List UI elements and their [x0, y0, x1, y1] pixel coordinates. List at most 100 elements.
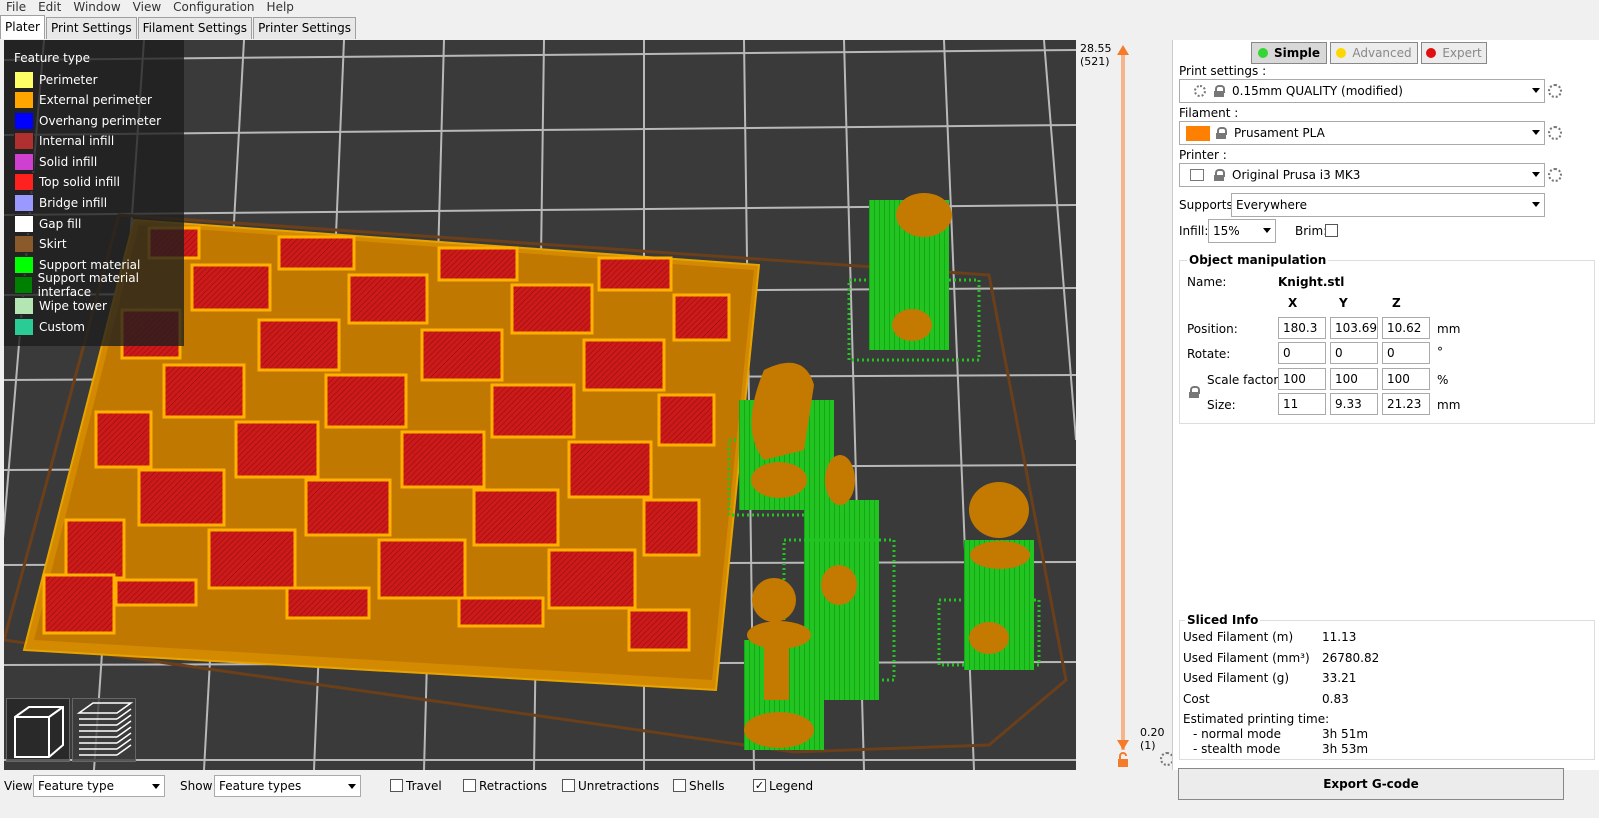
print-settings-select[interactable]: 0.15mm QUALITY (modified)	[1179, 79, 1545, 103]
tab-filament-settings[interactable]: Filament Settings	[137, 17, 253, 39]
gear-icon[interactable]	[1548, 84, 1562, 98]
sliced-row-value: 0.83	[1322, 692, 1349, 706]
menu-view[interactable]: View	[127, 0, 167, 14]
mode-expert-label: Expert	[1442, 46, 1482, 60]
filament-value: Prusament PLA	[1234, 126, 1325, 140]
legend-swatch	[14, 234, 34, 253]
legend-swatch	[14, 70, 34, 89]
tab-print-settings[interactable]: Print Settings	[45, 17, 137, 39]
menu-bar: File Edit Window View Configuration Help	[0, 0, 1599, 14]
filament-select[interactable]: Prusament PLA	[1179, 121, 1545, 145]
normal-mode-label: - normal mode	[1193, 727, 1282, 741]
gear-icon[interactable]	[1548, 168, 1562, 182]
menu-edit[interactable]: Edit	[32, 0, 67, 14]
cube-icon	[14, 706, 64, 758]
legend-checkbox[interactable]: ✓	[753, 779, 766, 792]
lock-icon[interactable]	[1116, 752, 1130, 768]
supports-select[interactable]: Everywhere	[1231, 193, 1545, 217]
position-z-input[interactable]: 10.62	[1382, 317, 1430, 339]
tab-plater[interactable]: Plater	[0, 15, 45, 39]
legend-label: Skirt	[39, 236, 67, 251]
travel-label: Travel	[406, 779, 442, 793]
sliced-row-value: 26780.82	[1322, 651, 1380, 665]
3d-view-button[interactable]	[6, 698, 70, 762]
scale-x-input[interactable]: 100	[1278, 368, 1326, 390]
travel-checkbox[interactable]	[390, 779, 403, 792]
mode-advanced-label: Advanced	[1352, 46, 1412, 60]
chevron-down-icon	[348, 784, 356, 789]
size-y-input[interactable]: 9.33	[1330, 393, 1378, 415]
supports-label: Supports:	[1179, 198, 1237, 212]
scale-z-input[interactable]: 100	[1382, 368, 1430, 390]
shells-checkbox[interactable]	[673, 779, 686, 792]
legend-swatch	[14, 193, 34, 212]
legend-swatch	[14, 317, 34, 336]
bottom-toolbar: View Feature type Show Feature types Tra…	[0, 772, 1172, 818]
brim-checkbox[interactable]	[1325, 224, 1338, 237]
scale-lock-icon[interactable]	[1189, 386, 1200, 398]
yellow-dot-icon	[1336, 48, 1347, 58]
layer-top-height: 28.55	[1080, 42, 1112, 55]
print-time-label: Estimated printing time:	[1183, 712, 1330, 726]
slider-top-thumb-icon[interactable]	[1116, 44, 1130, 58]
rotate-unit: °	[1437, 345, 1443, 359]
layer-bottom-label: 0.20 (1)	[1140, 726, 1165, 752]
legend-label: Overhang perimeter	[39, 113, 162, 128]
scale-unit: %	[1437, 373, 1449, 387]
layer-bottom-index: (1)	[1140, 739, 1156, 752]
position-unit: mm	[1437, 322, 1461, 336]
rotate-z-input[interactable]: 0	[1382, 342, 1430, 364]
size-x-input[interactable]: 11	[1278, 393, 1326, 415]
chevron-down-icon	[1532, 130, 1540, 135]
menu-configuration[interactable]: Configuration	[167, 0, 260, 14]
sliced-row-value: 11.13	[1322, 630, 1357, 644]
printer-select[interactable]: Original Prusa i3 MK3	[1179, 163, 1545, 187]
menu-file[interactable]: File	[0, 0, 32, 14]
mode-advanced-button[interactable]: Advanced	[1330, 42, 1418, 64]
legend-item: Internal infill	[14, 131, 114, 150]
show-label: Show	[180, 779, 213, 793]
legend-label: Gap fill	[39, 216, 82, 231]
position-x-input[interactable]: 180.3	[1278, 317, 1326, 339]
scale-y-input[interactable]: 100	[1330, 368, 1378, 390]
layers-view-button[interactable]	[72, 698, 136, 762]
legend-swatch	[14, 111, 34, 130]
show-select[interactable]: Feature types	[214, 775, 361, 797]
mode-simple-button[interactable]: Simple	[1251, 42, 1327, 64]
legend-item: External perimeter	[14, 90, 152, 109]
main-tabs: Plater Print Settings Filament Settings …	[0, 15, 357, 39]
view-select[interactable]: Feature type	[33, 775, 165, 797]
lock-icon	[1214, 85, 1225, 97]
legend-item: Skirt	[14, 234, 67, 253]
legend-item: Support material interface	[14, 271, 184, 299]
retractions-checkbox[interactable]	[463, 779, 476, 792]
retractions-label: Retractions	[479, 779, 548, 793]
menu-window[interactable]: Window	[67, 0, 126, 14]
legend-swatch	[14, 275, 33, 294]
slider-bottom-thumb-icon[interactable]	[1116, 738, 1130, 752]
legend-swatch	[14, 214, 34, 233]
rotate-x-input[interactable]: 0	[1278, 342, 1326, 364]
size-z-input[interactable]: 21.23	[1382, 393, 1430, 415]
rotate-y-input[interactable]: 0	[1330, 342, 1378, 364]
infill-label: Infill:	[1179, 224, 1209, 238]
legend-item: Overhang perimeter	[14, 111, 161, 130]
tab-printer-settings[interactable]: Printer Settings	[253, 17, 357, 39]
layer-slider-track[interactable]	[1121, 50, 1125, 750]
unretractions-checkbox[interactable]	[562, 779, 575, 792]
position-y-input[interactable]: 103.69	[1330, 317, 1378, 339]
stealth-mode-label: - stealth mode	[1193, 742, 1281, 756]
object-name: Knight.stl	[1278, 275, 1345, 289]
infill-select[interactable]: 15%	[1208, 219, 1276, 243]
menu-help[interactable]: Help	[261, 0, 300, 14]
print-settings-value: 0.15mm QUALITY (modified)	[1232, 84, 1403, 98]
size-unit: mm	[1437, 398, 1461, 412]
mode-expert-button[interactable]: Expert	[1421, 42, 1487, 64]
legend-title: Feature type	[14, 51, 90, 65]
legend-label: Support material interface	[37, 270, 139, 299]
right-sidebar: Simple Advanced Expert Print settings : …	[1172, 40, 1599, 770]
gear-icon[interactable]	[1548, 126, 1562, 140]
legend-item: Bridge infill	[14, 193, 107, 212]
export-gcode-button[interactable]: Export G-code	[1178, 768, 1564, 800]
sliced-row-value: 33.21	[1322, 671, 1357, 685]
